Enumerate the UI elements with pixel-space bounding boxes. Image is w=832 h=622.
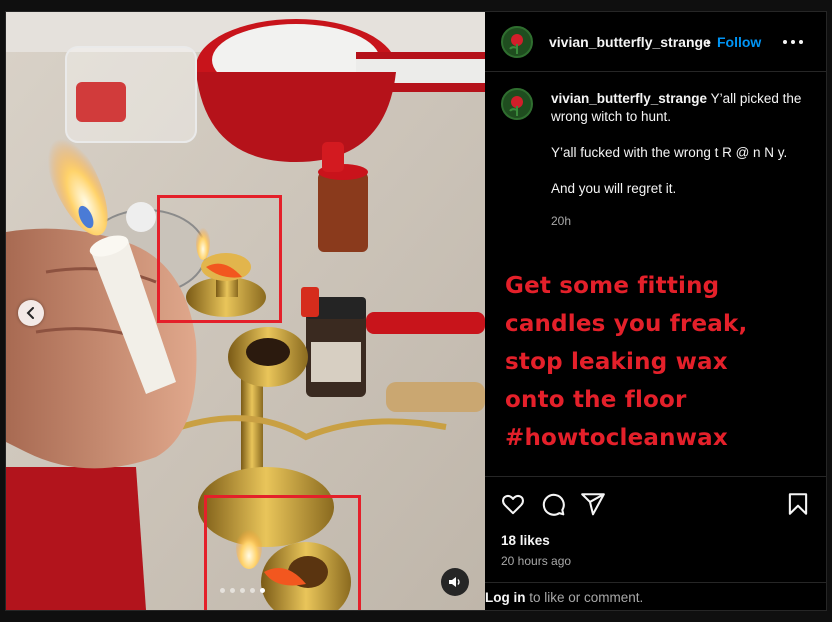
comment-icon[interactable] xyxy=(540,491,566,517)
post-header: vivian_butterfly_strange • Follow xyxy=(485,12,826,72)
login-link[interactable]: Log in xyxy=(485,590,526,605)
bookmark-icon[interactable] xyxy=(785,491,811,517)
follow-button[interactable]: Follow xyxy=(717,34,761,50)
separator-dot: • xyxy=(706,34,711,50)
send-icon[interactable] xyxy=(580,491,606,517)
rose-icon xyxy=(509,96,523,116)
overlay-line: onto the floor xyxy=(505,387,687,413)
caption-timestamp[interactable]: 20h xyxy=(551,212,806,230)
post-timestamp[interactable]: 20 hours ago xyxy=(501,554,571,568)
username-link[interactable]: vivian_butterfly_strange xyxy=(549,34,711,50)
overlay-line: Get some fitting xyxy=(505,273,720,299)
carousel-dot xyxy=(220,588,225,593)
caption-line-3: And you will regret it. xyxy=(551,181,677,196)
chevron-left-icon xyxy=(26,307,34,319)
overlay-line: candles you freak, xyxy=(505,311,748,337)
carousel-dot xyxy=(250,588,255,593)
post-side-panel: vivian_butterfly_strange • Follow vivian… xyxy=(485,12,826,610)
highlight-box-top xyxy=(157,195,282,323)
avatar[interactable] xyxy=(501,26,533,58)
caption-text: vivian_butterfly_strange Y’all picked th… xyxy=(551,90,806,230)
carousel-indicator xyxy=(220,588,265,593)
like-count[interactable]: 18 likes xyxy=(501,533,550,548)
overlay-comment-text: Get some fitting candles you freak, stop… xyxy=(505,267,815,457)
post-media[interactable] xyxy=(6,12,485,610)
overlay-line: #howtocleanwax xyxy=(505,425,728,451)
login-to-comment: Log in to like or comment. xyxy=(485,582,826,610)
more-horizontal-icon[interactable] xyxy=(781,32,805,52)
carousel-prev-button[interactable] xyxy=(18,300,44,326)
carousel-dot-active xyxy=(260,588,265,593)
carousel-dot xyxy=(240,588,245,593)
action-bar: 18 likes 20 hours ago Log in to like or … xyxy=(485,476,826,610)
avatar[interactable] xyxy=(501,88,533,120)
speaker-icon xyxy=(449,577,460,587)
post-dialog: vivian_butterfly_strange • Follow vivian… xyxy=(5,11,827,611)
overlay-line: stop leaking wax xyxy=(505,349,728,375)
caption-username-link[interactable]: vivian_butterfly_strange xyxy=(551,91,707,106)
heart-icon[interactable] xyxy=(500,491,526,517)
comment-prompt-text: to like or comment. xyxy=(525,590,644,605)
caption-line-2: Y’all fucked with the wrong t R @ n N y. xyxy=(551,145,788,160)
carousel-dot xyxy=(230,588,235,593)
rose-icon xyxy=(509,34,523,54)
audio-toggle-button[interactable] xyxy=(441,568,469,596)
